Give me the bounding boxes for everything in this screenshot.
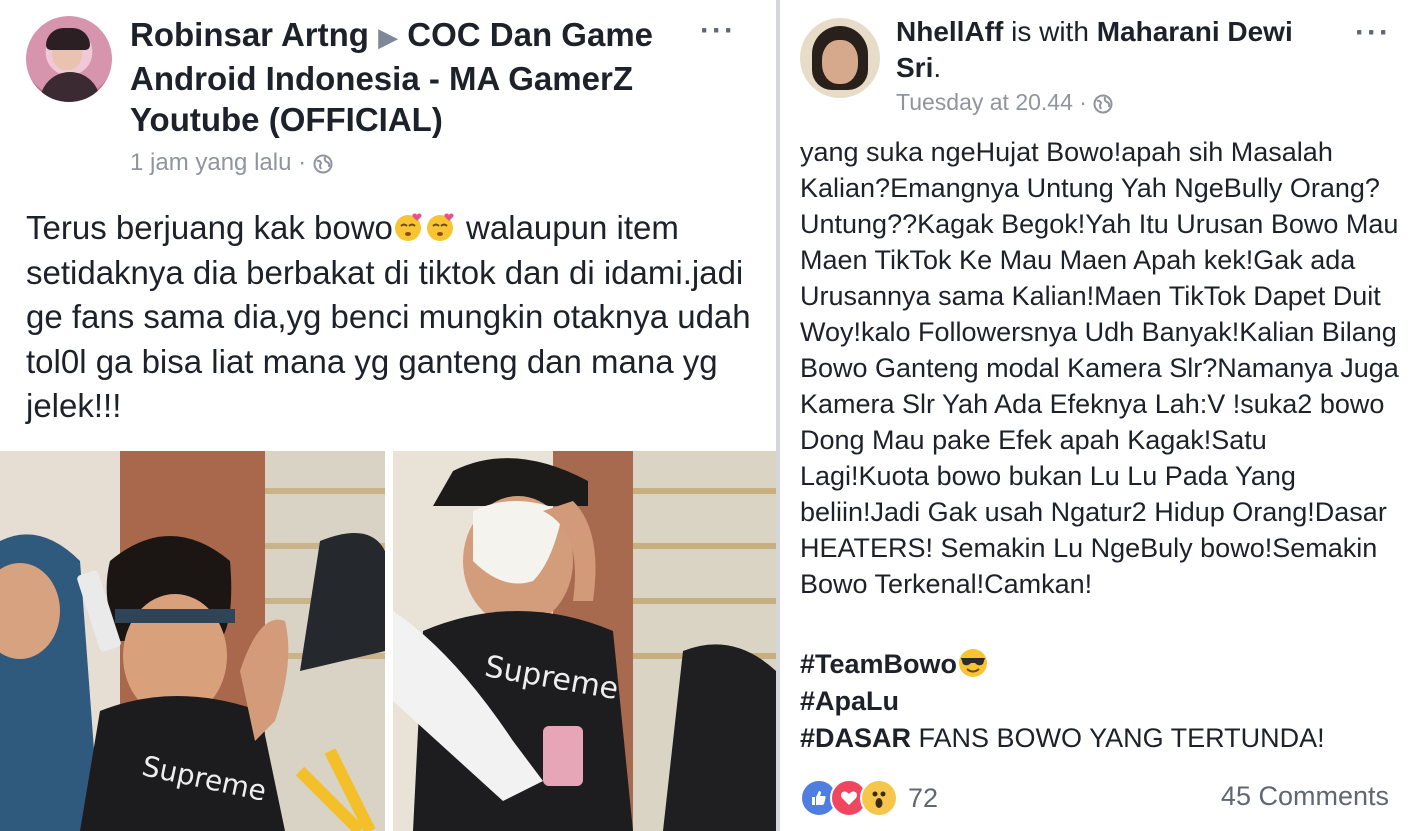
kissing-face-hearts-icon [426,213,454,241]
right-author-avatar[interactable] [800,18,880,98]
left-post-meta: 1 jam yang lalu · [130,148,333,178]
globe-icon [313,154,333,174]
header-period: . [933,52,942,83]
meta-separator: · [1079,89,1087,115]
right-more-options-button[interactable]: ··· [1355,16,1391,50]
left-post-body: Terus berjuang kak bowo walaupun item se… [26,206,756,429]
right-author-name[interactable]: NhellAff [896,16,1003,47]
left-more-options-button[interactable]: ··· [700,14,736,48]
left-post-time[interactable]: 1 jam yang lalu [130,149,291,176]
left-author-name[interactable]: Robinsar Artng [130,16,369,53]
sunglasses-face-icon [959,649,988,677]
right-post-meta: Tuesday at 20.44 · [896,87,1113,117]
with-text: is with [1003,16,1097,47]
hashtag-trailing-text: FANS BOWO YANG TERTUNDA! [911,723,1325,753]
reactions-summary[interactable]: 72 [800,778,938,818]
right-post-time[interactable]: Tuesday at 20.44 [896,89,1073,115]
right-post-body: yang suka ngeHujat Bowo!apah sih Masalah… [800,137,1399,599]
meta-separator: · [298,149,307,176]
screenshot-collage: Robinsar Artng ▶ COC Dan Game Android In… [0,0,1415,831]
hashtag-dasar[interactable]: #DASAR [800,723,911,753]
kissing-face-hearts-icon [394,213,422,241]
post-photo-1[interactable]: Supreme [0,451,385,831]
right-post-header: NhellAff is with Maharani Dewi Sri. [896,14,1336,86]
arrow-right-icon: ▶ [378,22,399,52]
reaction-count[interactable]: 72 [908,783,938,814]
left-post-header: Robinsar Artng ▶ COC Dan Game Android In… [130,14,690,140]
right-post-hashtags: #TeamBowo #ApaLu #DASAR FANS BOWO YANG T… [800,646,1400,757]
left-author-avatar[interactable] [26,16,112,102]
wow-icon [860,779,898,817]
comments-count-link[interactable]: 45 Comments [1221,781,1389,812]
globe-icon [1093,94,1113,114]
hashtag-teambowo[interactable]: #TeamBowo [800,649,957,679]
left-body-text-1: Terus berjuang kak bowo [26,209,393,246]
post-photo-2[interactable]: Supreme [393,451,776,831]
hashtag-apalu[interactable]: #ApaLu [800,686,899,716]
